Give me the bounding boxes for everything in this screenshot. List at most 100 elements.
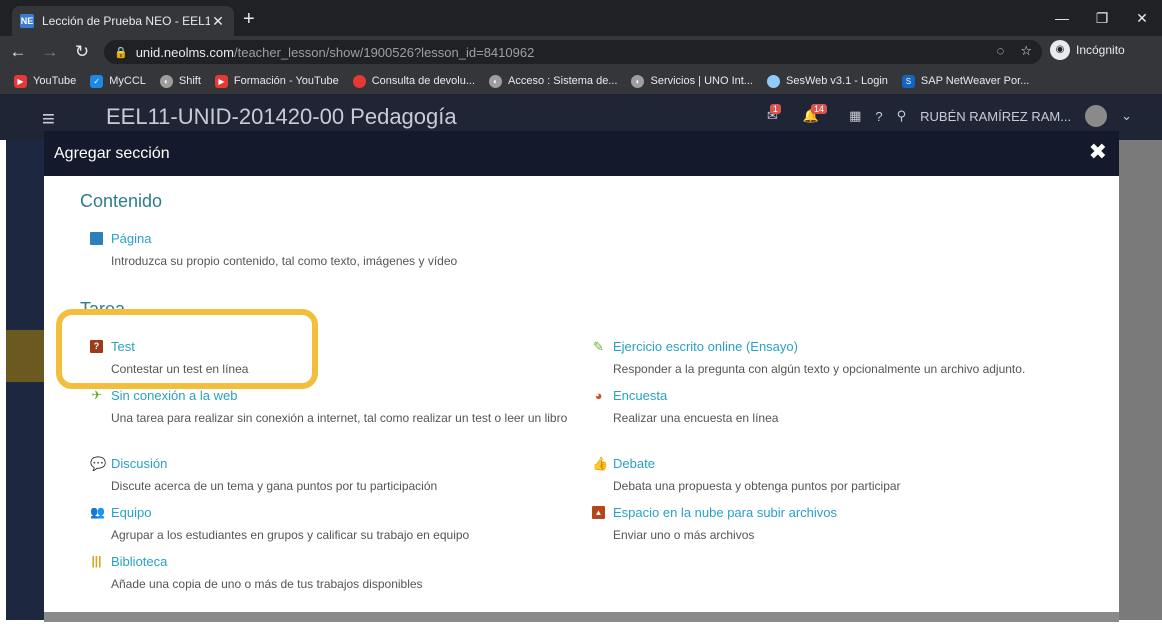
address-bar: ← → ↻ 🔒 unid.neolms.com/teacher_lesson/s… bbox=[0, 36, 1162, 68]
option-offline[interactable]: ✈ Sin conexión a la web Una tarea para re… bbox=[90, 388, 570, 428]
close-tab-icon[interactable]: ✕ bbox=[210, 13, 226, 30]
bookmark-sap[interactable]: S SAP NetWeaver Por... bbox=[901, 74, 1029, 88]
question-icon: ? bbox=[90, 340, 103, 353]
bookmark-consulta[interactable]: Consulta de devolu... bbox=[352, 74, 475, 88]
youtube-icon: ▶ bbox=[214, 74, 228, 88]
thumbs-up-icon: 👍 bbox=[592, 456, 609, 471]
url-host: unid.neolms.com bbox=[135, 44, 234, 60]
offline-icon: ✈ bbox=[91, 388, 102, 402]
search-icon[interactable]: ⚲ bbox=[897, 108, 907, 124]
option-title[interactable]: Test bbox=[111, 339, 135, 354]
menu-icon[interactable]: ≡ bbox=[42, 106, 55, 132]
tab-title: Lección de Prueba NEO - EEL11- bbox=[42, 14, 210, 28]
bookmark-myccl[interactable]: ✓ MyCCL bbox=[90, 74, 146, 88]
help-icon[interactable]: ? bbox=[875, 109, 882, 124]
incognito-icon: ◉ bbox=[1050, 40, 1070, 60]
close-window-icon[interactable]: ✕ bbox=[1122, 10, 1162, 27]
option-description: Discute acerca de un tema y gana puntos … bbox=[111, 479, 438, 493]
option-description: Una tarea para realizar sin conexión a i… bbox=[111, 411, 568, 425]
lock-icon: 🔒 bbox=[114, 46, 128, 59]
heading-contenido: Contenido bbox=[80, 191, 163, 211]
option-title[interactable]: Encuesta bbox=[613, 388, 667, 403]
sesweb-icon bbox=[766, 74, 780, 88]
youtube-icon: ▶ bbox=[14, 74, 27, 88]
bookmark-youtube[interactable]: ▶ YouTube bbox=[14, 74, 76, 88]
globe-icon: ◐ bbox=[489, 74, 503, 88]
upload-box-icon: ▲ bbox=[592, 506, 605, 519]
pie-chart-icon: ◕ bbox=[594, 388, 603, 403]
option-description: Añade una copia de uno o más de tus trab… bbox=[111, 577, 423, 591]
close-icon[interactable]: ✖ bbox=[1089, 139, 1107, 165]
red-circle-icon bbox=[352, 74, 366, 88]
option-title[interactable]: Biblioteca bbox=[111, 554, 167, 569]
library-icon: ||| bbox=[91, 554, 102, 568]
option-title[interactable]: Equipo bbox=[111, 505, 151, 520]
restore-icon[interactable]: ❐ bbox=[1082, 10, 1122, 27]
background-overlay-right bbox=[1119, 140, 1162, 620]
calendar-grid-icon[interactable]: ▦ bbox=[849, 108, 861, 124]
modal-header: Agregar sección ✖ bbox=[44, 131, 1119, 176]
messages-icon[interactable]: ✉1 bbox=[767, 104, 789, 124]
forward-icon[interactable]: → bbox=[36, 42, 64, 62]
browser-tab-bar: NE Lección de Prueba NEO - EEL11- ✕ + — … bbox=[0, 0, 1162, 36]
option-nube[interactable]: ▲ Espacio en la nube para subir archivos … bbox=[592, 505, 837, 545]
option-description: Contestar un test en línea bbox=[111, 362, 249, 376]
url-field[interactable]: 🔒 unid.neolms.com/teacher_lesson/show/19… bbox=[104, 40, 1042, 64]
star-icon[interactable]: ☆ bbox=[1020, 43, 1032, 59]
sidebar-item-active bbox=[6, 330, 44, 382]
chat-icon: 💬 bbox=[90, 456, 107, 471]
option-equipo[interactable]: 👥 Equipo Agrupar a los estudiantes en gru… bbox=[90, 505, 469, 545]
option-debate[interactable]: 👍 Debate Debata una propuesta y obtenga p… bbox=[592, 456, 901, 496]
globe-icon: ◐ bbox=[159, 74, 173, 88]
bookmark-acceso[interactable]: ◐ Acceso : Sistema de... bbox=[489, 74, 617, 88]
bookmark-sesweb[interactable]: SesWeb v3.1 - Login bbox=[766, 74, 888, 88]
incognito-indicator[interactable]: ◉ Incógnito bbox=[1050, 40, 1125, 60]
option-title[interactable]: Página bbox=[111, 231, 151, 246]
option-title[interactable]: Sin conexión a la web bbox=[111, 388, 237, 403]
option-biblioteca[interactable]: ||| Biblioteca Añade una copia de uno o m… bbox=[90, 554, 423, 594]
option-description: Agrupar a los estudiantes en grupos y ca… bbox=[111, 528, 470, 542]
reload-icon[interactable]: ↻ bbox=[68, 42, 96, 62]
option-title[interactable]: Debate bbox=[613, 456, 655, 471]
messages-badge: 1 bbox=[769, 104, 781, 114]
incognito-label: Incógnito bbox=[1076, 43, 1125, 57]
eye-off-icon[interactable]: ◌ bbox=[997, 43, 1005, 59]
option-title[interactable]: Ejercicio escrito online (Ensayo) bbox=[613, 339, 798, 354]
header-actions: ✉1 🔔14 ▦ ? ⚲ RUBÉN RAMÍREZ RAM... ⌄ bbox=[767, 104, 1132, 127]
myccl-icon: ✓ bbox=[90, 74, 104, 88]
team-icon: 👥 bbox=[90, 505, 105, 519]
heading-tarea: Tarea bbox=[80, 299, 126, 319]
option-description: Enviar uno o más archivos bbox=[613, 528, 755, 542]
bookmark-formacion[interactable]: ▶ Formación - YouTube bbox=[214, 74, 339, 88]
document-icon bbox=[90, 232, 103, 245]
bookmark-shift[interactable]: ◐ Shift bbox=[159, 74, 201, 88]
notifications-icon[interactable]: 🔔14 bbox=[803, 104, 835, 124]
background-overlay-bottom bbox=[44, 612, 1119, 622]
add-section-modal: Agregar sección ✖ Contenido Página Intro… bbox=[44, 131, 1119, 612]
option-title[interactable]: Espacio en la nube para subir archivos bbox=[613, 505, 837, 520]
bookmarks-bar: ▶ YouTube ✓ MyCCL ◐ Shift ▶ Formación - YouT… bbox=[0, 68, 1162, 94]
omnibox-actions: ◌ ☆ bbox=[997, 43, 1032, 59]
pencil-icon: ✎ bbox=[593, 339, 604, 354]
new-tab-icon[interactable]: + bbox=[243, 8, 255, 31]
option-encuesta[interactable]: ◕ Encuesta Realizar una encuesta en línea bbox=[592, 388, 779, 428]
window-controls: — ❐ ✕ bbox=[1042, 0, 1162, 36]
user-name[interactable]: RUBÉN RAMÍREZ RAM... bbox=[920, 109, 1071, 124]
notifications-badge: 14 bbox=[811, 104, 828, 114]
minimize-icon[interactable]: — bbox=[1042, 10, 1082, 26]
chevron-down-icon[interactable]: ⌄ bbox=[1121, 108, 1132, 124]
neo-favicon-icon: NE bbox=[20, 14, 34, 28]
sap-icon: S bbox=[901, 74, 915, 88]
avatar[interactable] bbox=[1085, 105, 1108, 127]
option-ensayo[interactable]: ✎ Ejercicio escrito online (Ensayo) Respo… bbox=[592, 339, 1025, 379]
option-title[interactable]: Discusión bbox=[111, 456, 167, 471]
option-test[interactable]: ? Test Contestar un test en línea bbox=[90, 339, 248, 379]
option-description: Debata una propuesta y obtenga puntos po… bbox=[613, 479, 901, 493]
option-description: Introduzca su propio contenido, tal como… bbox=[111, 254, 458, 268]
option-discusion[interactable]: 💬 Discusión Discute acerca de un tema y g… bbox=[90, 456, 437, 496]
url-path: /teacher_lesson/show/1900526?lesson_id=8… bbox=[233, 44, 535, 60]
option-pagina[interactable]: Página Introduzca su propio contenido, t… bbox=[90, 231, 457, 271]
back-icon[interactable]: ← bbox=[4, 42, 32, 62]
bookmark-servicios[interactable]: ◐ Servicios | UNO Int... bbox=[631, 74, 753, 88]
browser-tab[interactable]: NE Lección de Prueba NEO - EEL11- ✕ bbox=[12, 6, 234, 36]
